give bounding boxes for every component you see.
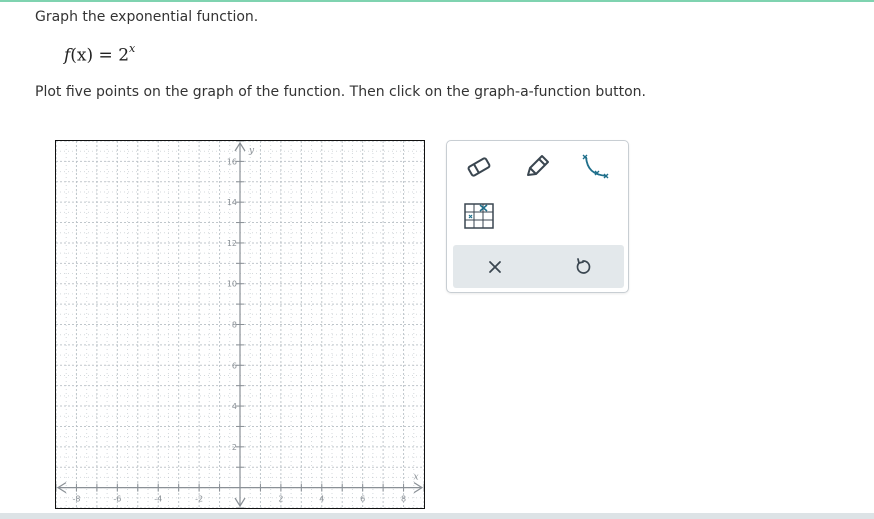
y-tick-label: 10 xyxy=(227,280,237,289)
bottom-bar xyxy=(0,513,874,519)
graph-a-function-button[interactable] xyxy=(577,151,613,183)
eraser-button[interactable] xyxy=(461,151,497,183)
x-tick-label: -2 xyxy=(195,495,203,504)
eraser-icon xyxy=(467,157,491,177)
x-tick-label: 2 xyxy=(278,495,283,504)
graph-canvas[interactable]: x y -8 -6 -4 -2 2 4 6 8 2 4 6 8 10 12 14 16 xyxy=(55,140,425,509)
y-tick-label: 8 xyxy=(232,321,237,330)
x-tick-label: -4 xyxy=(154,495,162,504)
y-tick-label: 6 xyxy=(232,361,237,370)
function-variable: (x) xyxy=(70,45,94,66)
y-tick-label: 12 xyxy=(227,239,237,248)
clear-button[interactable] xyxy=(477,251,513,283)
x-tick-label: 6 xyxy=(360,495,365,504)
x-tick-label: -8 xyxy=(72,495,80,504)
y-tick-label: 2 xyxy=(232,443,237,452)
graph-a-function-icon xyxy=(582,154,609,179)
y-tick-label: 16 xyxy=(227,157,237,166)
clear-icon xyxy=(489,261,501,273)
x-axis-label: x xyxy=(413,473,418,483)
question-prompt: Graph the exponential function. xyxy=(35,9,259,25)
y-tick-label: 4 xyxy=(232,402,237,411)
top-accent-bar xyxy=(0,0,874,2)
graph-toolbox xyxy=(446,140,629,293)
y-tick-label: 14 xyxy=(227,198,237,207)
x-tick-label: 4 xyxy=(319,495,324,504)
pencil-button[interactable] xyxy=(519,151,555,183)
function-formula: f(x) = 2x xyxy=(64,42,136,66)
y-axis-label: y xyxy=(248,146,255,156)
function-equation: = 2 xyxy=(93,45,130,66)
coordinate-plane[interactable]: x y -8 -6 -4 -2 2 4 6 8 2 4 6 8 10 12 14 16 xyxy=(56,141,424,508)
table-of-values-button[interactable] xyxy=(461,200,497,232)
undo-button[interactable] xyxy=(565,251,601,283)
undo-icon xyxy=(576,258,591,274)
instruction-text: Plot five points on the graph of the fun… xyxy=(35,84,646,100)
x-tick-label: 8 xyxy=(401,495,406,504)
pencil-icon xyxy=(527,155,549,176)
table-of-values-icon xyxy=(464,203,494,229)
function-exponent: x xyxy=(129,42,136,55)
x-tick-label: -6 xyxy=(113,495,121,504)
action-bar xyxy=(453,245,624,288)
